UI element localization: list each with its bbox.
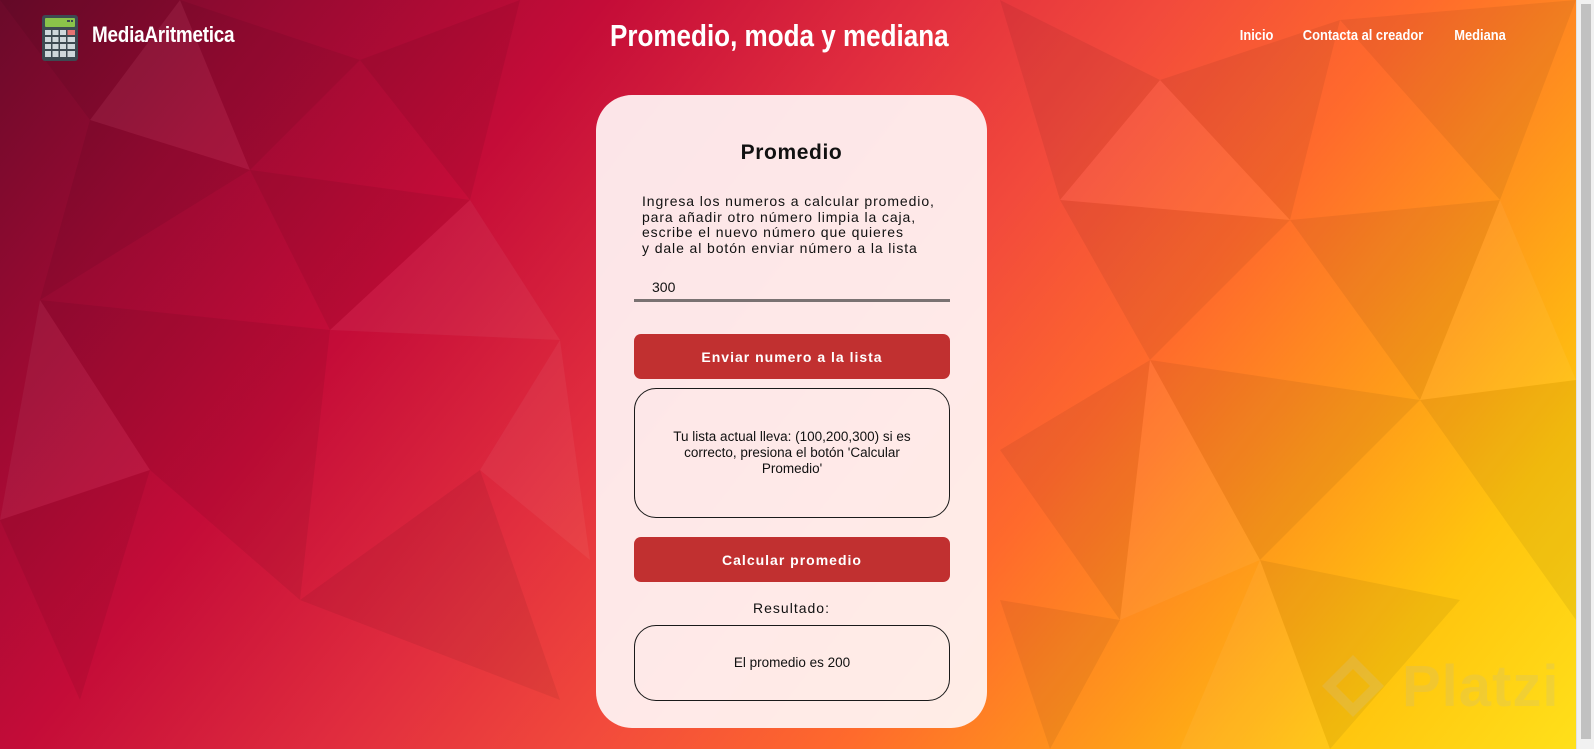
platzi-logo-icon	[1322, 655, 1384, 717]
instructions-line: Ingresa los numeros a calcular promedio,	[642, 193, 935, 209]
nav-link-contacta[interactable]: Contacta al creador	[1303, 27, 1423, 44]
card-heading: Promedio	[740, 141, 843, 164]
brand-name[interactable]: MediaAritmetica	[92, 22, 235, 48]
nav-link-inicio[interactable]: Inicio	[1240, 27, 1274, 44]
current-list-box: Tu lista actual lleva: (100,200,300) si …	[634, 388, 950, 518]
nav-link-mediana[interactable]: Mediana	[1454, 27, 1506, 44]
instructions-line: y dale al botón enviar número a la lista	[642, 239, 918, 256]
instructions-line: para añadir otro número limpia la caja,	[642, 208, 917, 225]
number-input[interactable]	[634, 275, 950, 302]
calculate-average-button[interactable]: Calcular promedio	[634, 537, 950, 582]
instructions-line: escribe el nuevo número que quieres	[642, 224, 904, 240]
result-label: Resultado:	[753, 600, 830, 616]
send-number-button[interactable]: Enviar numero a la lista	[634, 334, 950, 379]
instructions-text: Ingresa los numeros a calcular promedio,…	[642, 193, 962, 256]
result-text: El promedio es 200	[733, 655, 851, 670]
calculator-icon	[42, 15, 78, 61]
page-title: Promedio, moda y mediana	[610, 18, 949, 53]
watermark-text: Platzi	[1402, 653, 1560, 719]
scrollbar-thumb[interactable]	[1581, 4, 1591, 739]
result-box: El promedio es 200	[634, 625, 950, 701]
top-nav: Inicio Contacta al creador Mediana	[1237, 27, 1510, 44]
promedio-card: Promedio Ingresa los numeros a calcular …	[596, 95, 987, 728]
vertical-scrollbar[interactable]	[1576, 0, 1594, 749]
platzi-watermark: Platzi	[1318, 650, 1560, 722]
current-list-text: Tu lista actual lleva: (100,200,300) si …	[673, 429, 911, 476]
